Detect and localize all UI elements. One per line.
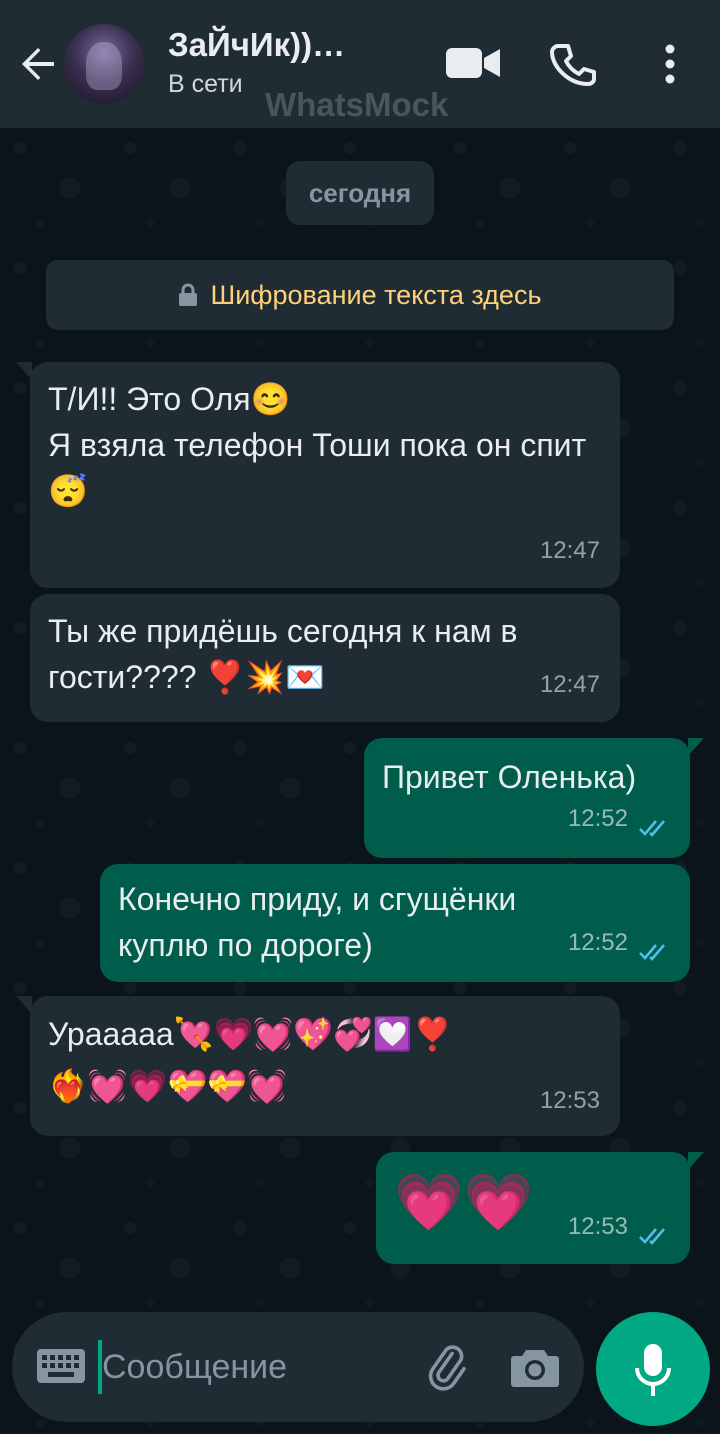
message-incoming[interactable]: Урааааа💘💗💓💖💞💟❣️ ❤️‍🔥💓💗💝💝💓 12:53 (16, 996, 620, 1136)
message-text: Урааааа💘💗💓💖💞💟❣️ ❤️‍🔥💓💗💝💝💓 (48, 1016, 453, 1104)
double-check-icon (639, 820, 665, 837)
message-text: Привет Оленька) (382, 759, 637, 795)
encryption-text: Шифрование текста здесь (210, 279, 542, 310)
watermark: WhatsMock (265, 86, 449, 123)
double-check-icon (639, 944, 665, 961)
message-time: 12:53 (539, 1087, 600, 1114)
message-outgoing[interactable]: Конечно приду, и сгущёнки куплю по дорог… (100, 864, 690, 982)
back-arrow-icon[interactable] (14, 40, 62, 88)
message-time: 12:47 (539, 537, 600, 564)
contact-name[interactable]: ЗаЙчИк))… (168, 26, 345, 64)
mic-icon (635, 1344, 671, 1396)
lock-icon (179, 283, 198, 306)
message-text: 💗💗 (394, 1170, 534, 1233)
message-text: Ты же придёшь сегодня к нам в гости???? … (48, 613, 527, 695)
message-composer (12, 1312, 584, 1422)
double-check-icon (639, 1228, 665, 1245)
message-time: 12:52 (567, 805, 628, 832)
message-outgoing[interactable]: 💗💗 12:53 (376, 1152, 704, 1264)
mic-button[interactable] (596, 1312, 710, 1426)
date-chip: сегодня (286, 161, 434, 225)
message-text: Т/И!! Это Оля😊 Я взяла телефон Тоши пока… (48, 381, 587, 509)
keyboard-icon[interactable] (36, 1348, 86, 1384)
message-input[interactable] (102, 1342, 402, 1392)
more-vert-icon[interactable] (656, 40, 684, 88)
contact-status: В сети (168, 70, 243, 98)
message-time: 12:52 (567, 929, 628, 956)
paperclip-icon[interactable] (422, 1342, 472, 1392)
avatar[interactable] (64, 24, 144, 104)
message-time: 12:47 (539, 671, 600, 698)
message-outgoing[interactable]: Привет Оленька) 12:52 (364, 738, 704, 858)
encryption-notice[interactable]: Шифрование текста здесь (46, 260, 674, 330)
camera-icon[interactable] (510, 1346, 560, 1388)
message-time: 12:53 (567, 1213, 628, 1240)
video-call-icon[interactable] (444, 44, 502, 82)
message-incoming[interactable]: Ты же придёшь сегодня к нам в гости???? … (30, 594, 620, 722)
chat-header: ЗаЙчИк))… В сети WhatsMock (0, 0, 720, 128)
phone-icon[interactable] (548, 40, 596, 88)
message-incoming[interactable]: Т/И!! Это Оля😊 Я взяла телефон Тоши пока… (16, 362, 620, 588)
message-text: Конечно приду, и сгущёнки куплю по дорог… (118, 881, 526, 963)
